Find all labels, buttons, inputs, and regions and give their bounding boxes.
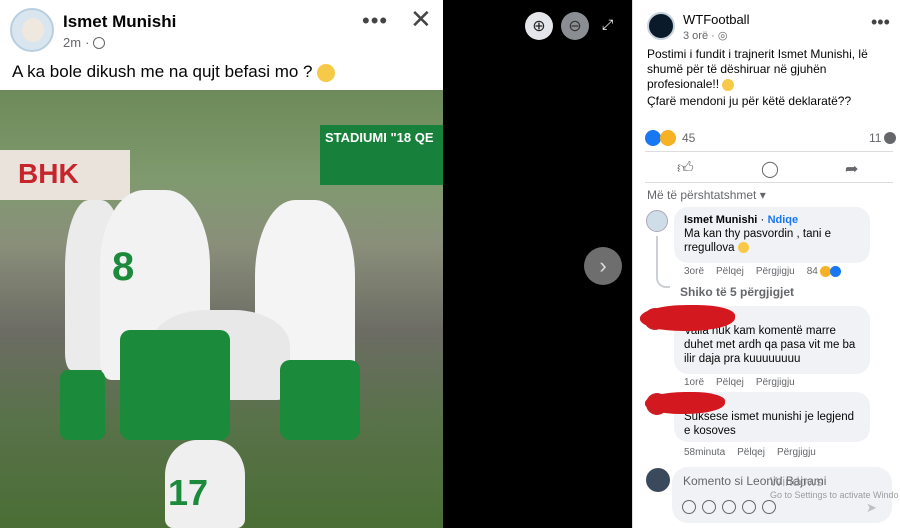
next-photo-button[interactable]: › xyxy=(584,247,622,285)
player-shorts xyxy=(280,360,360,440)
comment-bubble-icon xyxy=(884,132,897,144)
post-meta: 2m · xyxy=(63,35,106,50)
redacted-author-name xyxy=(640,305,735,331)
fullscreen-icon[interactable]: ⤢ xyxy=(602,16,613,33)
zoom-out-icon[interactable]: ⊖ xyxy=(561,12,589,40)
comment-like-link[interactable]: Pëlqej xyxy=(716,266,744,277)
activation-watermark: Windows xyxy=(770,474,823,489)
comment-reply-link[interactable]: Përgjigju xyxy=(756,266,795,277)
comment-like-link[interactable]: Pëlqej xyxy=(716,377,744,388)
post-caption: A ka bole dikush me na qujt befasi mo ? xyxy=(12,62,336,82)
reactions-summary[interactable]: 45 xyxy=(645,130,695,146)
page-post-time: 3 orë · ◎ xyxy=(683,30,728,42)
page-avatar[interactable] xyxy=(647,12,675,40)
comment-time[interactable]: 58minuta xyxy=(684,447,725,458)
emoji-icon[interactable] xyxy=(702,500,716,514)
comment-reply-link[interactable]: Përgjigju xyxy=(777,447,816,458)
comment-icon[interactable]: ◯ xyxy=(761,159,779,179)
comment-actions: 58minuta Pëlqej Përgjigju xyxy=(684,447,816,458)
wink-emoji-icon xyxy=(317,63,336,82)
author-avatar[interactable] xyxy=(10,8,54,52)
post-header: Ismet Munishi 2m · ••• ✕ xyxy=(10,4,435,58)
page-post-question: Çfarë mendoni ju për këtë deklaratë?? xyxy=(647,94,852,108)
comment-like-link[interactable]: Pëlqej xyxy=(737,447,765,458)
composer-toolbar xyxy=(682,500,776,514)
comment-count[interactable]: 11 xyxy=(869,131,897,145)
comment-actions: 1orë Pëlqej Përgjigju xyxy=(684,377,795,388)
page-name[interactable]: WTFootball xyxy=(683,12,749,27)
reaction-count: 45 xyxy=(682,131,696,145)
share-icon[interactable]: ➦ xyxy=(845,159,858,179)
post-time[interactable]: 2m xyxy=(63,35,81,50)
like-icon[interactable]: 👍︎ xyxy=(677,159,694,178)
send-icon[interactable]: ➤ xyxy=(866,500,877,516)
avatar-sticker-icon[interactable] xyxy=(682,500,696,514)
like-reaction-icon xyxy=(829,266,841,277)
divider xyxy=(645,151,893,152)
divider xyxy=(645,182,893,183)
zoom-in-icon[interactable]: ⊕ xyxy=(525,12,553,40)
comment-text: Ma kan thy pasvordin , tani e rregullova xyxy=(684,228,832,254)
jersey-number: 17 xyxy=(168,472,209,513)
view-replies-link[interactable]: Shiko të 5 përgjigjet xyxy=(680,285,794,299)
more-options-icon[interactable]: ••• xyxy=(871,12,890,33)
author-name[interactable]: Ismet Munishi xyxy=(63,12,176,32)
globe-icon xyxy=(93,36,106,49)
comment-time[interactable]: 1orë xyxy=(684,377,704,388)
comment-time[interactable]: 3orë xyxy=(684,266,704,277)
post-panel: Ismet Munishi 2m · ••• ✕ A ka bole dikus… xyxy=(0,0,443,528)
comment-author[interactable]: Ismet Munishi xyxy=(684,214,757,226)
player-shorts xyxy=(120,330,230,440)
banner-right-text: STADIUMI "18 QE xyxy=(325,130,434,145)
grin-emoji-icon xyxy=(737,242,749,254)
like-reaction-icon xyxy=(645,130,661,146)
comment-text: Valla nuk kam komentë marre duhet met ar… xyxy=(684,325,856,365)
gif-icon[interactable] xyxy=(742,500,756,514)
sticker-icon[interactable] xyxy=(762,500,776,514)
close-icon[interactable]: ✕ xyxy=(410,4,432,35)
follow-link[interactable]: Ndiqe xyxy=(768,214,799,226)
comment-sort-dropdown[interactable]: Më të përshtatshmet ▾ xyxy=(647,188,766,202)
commenter-avatar[interactable] xyxy=(646,210,668,232)
globe-icon: ◎ xyxy=(717,30,728,42)
jersey-number: 8 xyxy=(112,245,135,289)
redacted-author-name xyxy=(645,392,725,414)
comment-reply-link[interactable]: Përgjigju xyxy=(756,377,795,388)
comment-reactions[interactable]: 84 xyxy=(807,266,841,277)
chevron-right-icon: › xyxy=(599,253,607,278)
camera-icon[interactable] xyxy=(722,500,736,514)
page-post-text: Postimi i fundit i trajnerit Ismet Munis… xyxy=(647,47,868,91)
banner-left-text: BHK xyxy=(18,158,79,189)
comment-actions: 3orë Pëlqej Përgjigju 84 xyxy=(684,266,841,277)
post-photo[interactable]: BHK STADIUMI "18 QE 8 17 xyxy=(0,90,443,528)
player-shorts xyxy=(60,370,105,440)
thinking-emoji-icon xyxy=(722,78,735,91)
current-user-avatar[interactable] xyxy=(646,468,670,492)
more-options-icon[interactable]: ••• xyxy=(362,8,388,34)
caret-down-icon: ▾ xyxy=(759,188,766,202)
activation-watermark-subtitle: Go to Settings to activate Windo xyxy=(770,490,899,500)
comment-text: Suksese ismet munishi je legjend e kosov… xyxy=(684,411,855,437)
comment-bubble: Ismet Munishi · Ndiqe Ma kan thy pasvord… xyxy=(674,207,870,263)
haha-reaction-icon xyxy=(660,130,676,146)
reply-thread-line xyxy=(656,236,670,288)
